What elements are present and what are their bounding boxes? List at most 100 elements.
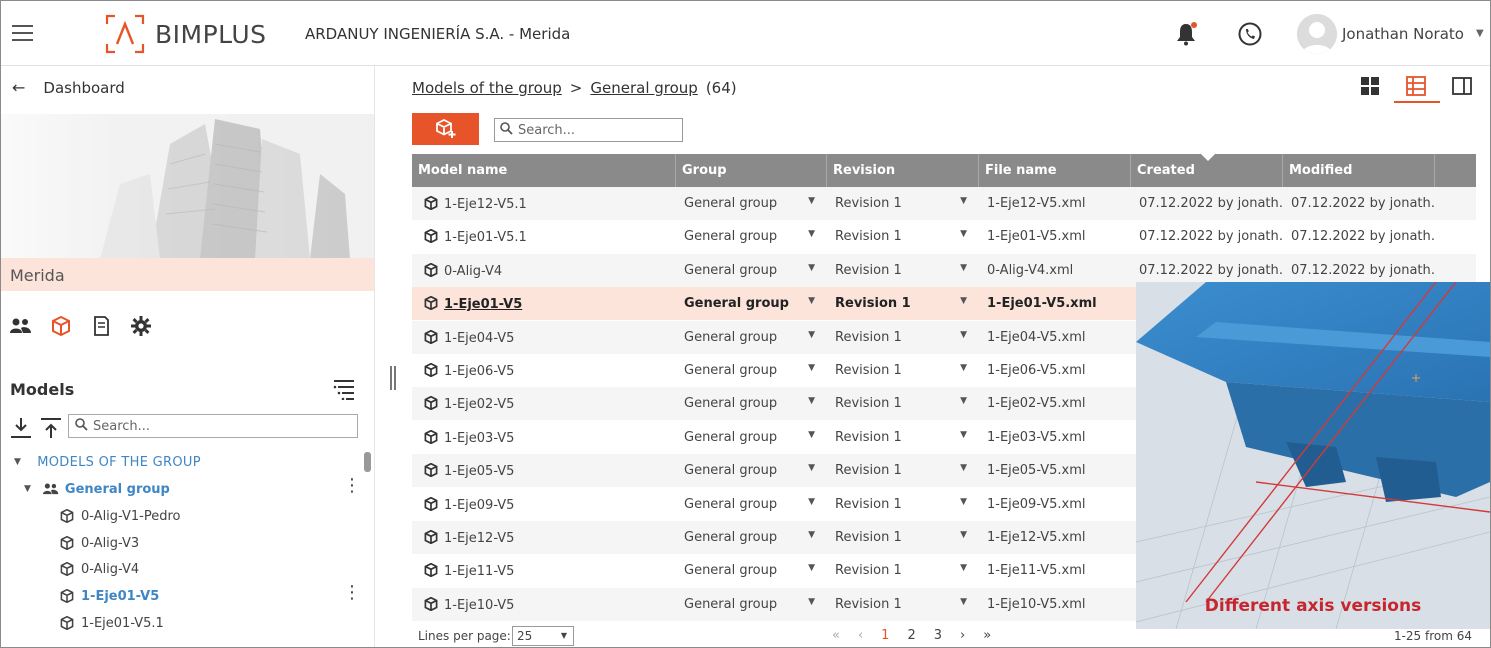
column-header-group[interactable]: Group [676, 154, 827, 187]
prev-page-icon[interactable]: ‹ [858, 628, 863, 643]
lines-per-page-select[interactable]: 25 ▼ [512, 626, 574, 646]
cell-group-select[interactable]: General group ▼ [676, 254, 827, 287]
caret-down-icon[interactable]: ▼ [808, 463, 815, 473]
caret-down-icon[interactable]: ▼ [960, 296, 967, 306]
model-name[interactable]: 1-Eje03-V5 [444, 431, 514, 446]
model-name[interactable]: 1-Eje01-V5 [444, 297, 522, 312]
page-link[interactable]: 2 [907, 628, 915, 643]
cell-revision-select[interactable]: Revision 1 ▼ [827, 254, 979, 287]
caret-down-icon[interactable]: ▼ [808, 330, 815, 340]
collapse-all-icon[interactable] [40, 417, 62, 439]
tree-model-item-selected[interactable]: 1-Eje01-V5 [60, 584, 159, 608]
cell-revision-select[interactable]: Revision 1 ▼ [827, 521, 979, 554]
cell-model-name[interactable]: 1-Eje12-V5 [412, 521, 676, 554]
caret-down-icon[interactable]: ▼ [960, 229, 967, 239]
cell-group-select[interactable]: General group ▼ [676, 187, 827, 220]
table-view-icon[interactable] [1394, 76, 1440, 103]
phone-icon[interactable] [1238, 22, 1262, 46]
model-name[interactable]: 1-Eje01-V5.1 [444, 230, 527, 245]
users-icon[interactable] [10, 315, 32, 337]
tree-model-item[interactable]: 0-Alig-V4 [60, 557, 139, 581]
caret-down-icon[interactable]: ▼ [808, 296, 815, 306]
model-name[interactable]: 1-Eje09-V5 [444, 498, 514, 513]
cell-model-name[interactable]: 1-Eje11-V5 [412, 554, 676, 587]
cell-revision-select[interactable]: Revision 1 ▼ [827, 421, 979, 454]
last-page-icon[interactable]: » [983, 628, 991, 643]
cell-model-name[interactable]: 1-Eje02-V5 [412, 387, 676, 420]
caret-down-icon[interactable]: ▼ [808, 263, 815, 273]
cell-revision-select[interactable]: Revision 1 ▼ [827, 187, 979, 220]
cell-model-name[interactable]: 1-Eje01-V5.1 [412, 220, 676, 253]
tree-model-item[interactable]: 0-Alig-V1-Pedro [60, 504, 180, 528]
gear-icon[interactable] [130, 315, 152, 337]
caret-down-icon[interactable]: ▼ [808, 497, 815, 507]
cell-revision-select[interactable]: Revision 1 ▼ [827, 554, 979, 587]
table-row[interactable]: 1-Eje01-V5.1 General group ▼ Revision 1 ▼ 1-E… [412, 220, 1476, 253]
caret-down-icon[interactable]: ▼ [960, 597, 967, 607]
cell-model-name[interactable]: 1-Eje06-V5 [412, 354, 676, 387]
grid-view-icon[interactable] [1360, 76, 1382, 98]
model-name[interactable]: 1-Eje10-V5 [444, 598, 514, 613]
model-name[interactable]: 1-Eje06-V5 [444, 364, 514, 379]
add-model-button[interactable] [412, 113, 479, 145]
model-name[interactable]: 1-Eje02-V5 [444, 397, 514, 412]
cell-revision-select[interactable]: Revision 1 ▼ [827, 488, 979, 521]
cell-group-select[interactable]: General group ▼ [676, 588, 827, 621]
back-to-dashboard[interactable]: ← Dashboard [12, 78, 125, 97]
column-header-model-name[interactable]: Model name [412, 154, 676, 187]
breadcrumb-root-link[interactable]: Models of the group [412, 79, 562, 97]
caret-down-icon[interactable]: ▼ [808, 430, 815, 440]
caret-down-icon[interactable]: ▼ [960, 563, 967, 573]
tree-model-item[interactable]: 1-Eje01-V5.1 [60, 611, 164, 635]
column-header-file-name[interactable]: File name [979, 154, 1131, 187]
model-name[interactable]: 1-Eje04-V5 [444, 331, 514, 346]
model-name[interactable]: 0-Alig-V4 [444, 264, 502, 279]
tree-root-models-of-group[interactable]: ▼ MODELS OF THE GROUP [14, 450, 201, 474]
model-name[interactable]: 1-Eje11-V5 [444, 564, 514, 579]
cell-model-name[interactable]: 1-Eje04-V5 [412, 321, 676, 354]
cell-group-select[interactable]: General group ▼ [676, 421, 827, 454]
caret-down-icon[interactable]: ▼ [808, 530, 815, 540]
cell-revision-select[interactable]: Revision 1 ▼ [827, 387, 979, 420]
cube-icon[interactable] [50, 315, 72, 337]
document-icon[interactable] [90, 315, 112, 337]
cell-revision-select[interactable]: Revision 1 ▼ [827, 588, 979, 621]
user-name[interactable]: Jonathan Norato [1342, 25, 1464, 43]
next-page-icon[interactable]: › [960, 628, 965, 643]
group-more-options-icon[interactable]: ⋮ [343, 477, 361, 495]
expand-all-icon[interactable] [10, 417, 32, 439]
cell-model-name[interactable]: 1-Eje10-V5 [412, 588, 676, 621]
caret-down-icon[interactable]: ▼ [24, 484, 31, 494]
cell-model-name[interactable]: 0-Alig-V4 [412, 254, 676, 287]
cell-group-select[interactable]: General group ▼ [676, 488, 827, 521]
caret-down-icon[interactable]: ▼ [14, 457, 21, 467]
cell-group-select[interactable]: General group ▼ [676, 521, 827, 554]
page-link[interactable]: 1 [881, 628, 889, 643]
bimplus-logo[interactable]: BIMPLUS [105, 14, 267, 54]
model-name[interactable]: 1-Eje12-V5 [444, 531, 514, 546]
models-search-input[interactable]: Search... [68, 414, 358, 438]
caret-down-icon[interactable]: ▼ [960, 263, 967, 273]
caret-down-icon[interactable]: ▼ [960, 396, 967, 406]
caret-down-icon[interactable]: ▼ [808, 229, 815, 239]
column-header-revision[interactable]: Revision [827, 154, 979, 187]
caret-down-icon[interactable]: ▼ [808, 196, 815, 206]
panel-resize-handle[interactable] [390, 366, 396, 390]
cell-model-name[interactable]: 1-Eje03-V5 [412, 421, 676, 454]
cell-revision-select[interactable]: Revision 1 ▼ [827, 321, 979, 354]
cell-revision-select[interactable]: Revision 1 ▼ [827, 454, 979, 487]
cell-revision-select[interactable]: Revision 1 ▼ [827, 220, 979, 253]
cell-group-select[interactable]: General group ▼ [676, 354, 827, 387]
model-name[interactable]: 1-Eje12-V5.1 [444, 197, 527, 212]
cell-group-select[interactable]: General group ▼ [676, 220, 827, 253]
cell-group-select[interactable]: General group ▼ [676, 287, 827, 320]
user-avatar[interactable] [1297, 14, 1337, 54]
cell-revision-select[interactable]: Revision 1 ▼ [827, 287, 979, 320]
chevron-down-icon[interactable]: ▼ [1476, 28, 1484, 39]
caret-down-icon[interactable]: ▼ [960, 463, 967, 473]
panel-icon[interactable] [1452, 76, 1474, 98]
tree-scrollbar[interactable] [364, 452, 371, 472]
tree-group-general[interactable]: ▼ General group [24, 477, 170, 501]
caret-down-icon[interactable]: ▼ [960, 530, 967, 540]
cell-model-name[interactable]: 1-Eje01-V5 [412, 287, 676, 320]
